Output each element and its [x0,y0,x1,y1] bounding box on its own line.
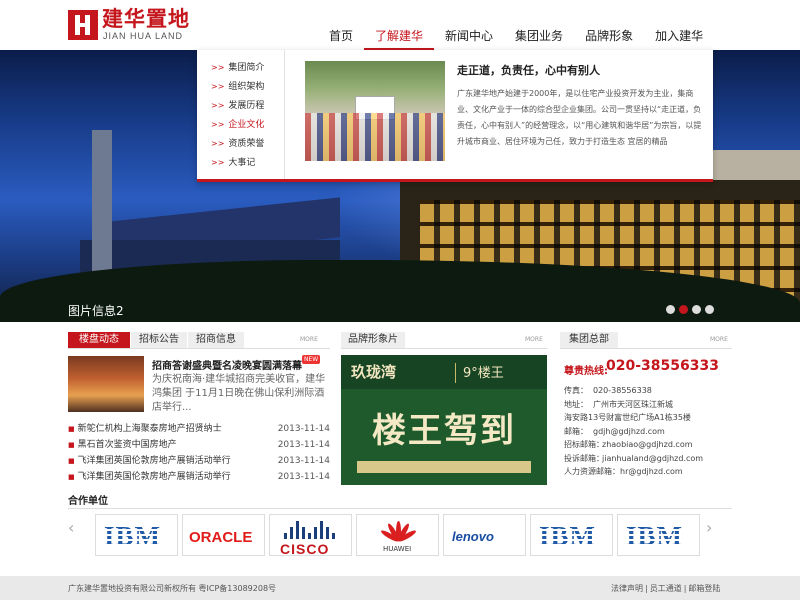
tab-property-news[interactable]: 楼盘动态 [68,332,130,348]
banner-caption: 图片信息2 [68,304,124,318]
dropdown-submenu: >> 集团简介 >> 组织架构 >> 发展历程 >> 企业文化 >> 资质荣誉 >> 大事记 [197,50,285,179]
partner-logo-oracle[interactable]: ORACLE [182,514,265,556]
partners-title: 合作单位 [68,496,108,507]
contact-panel-header: 集团总部 MORE [560,332,732,348]
new-badge: NEW [302,355,321,364]
site-logo[interactable]: 建华置地 JIAN HUA LAND [68,8,208,42]
banner-dot-1[interactable] [666,305,675,314]
banner-dot-2[interactable] [679,305,688,314]
partner-logo-ibm[interactable]: IBM [530,514,613,556]
chevron-right-icon[interactable]: › [706,518,712,537]
bullet-icon: ■ [68,473,75,481]
double-chevron-icon: >> [211,82,225,91]
list-item[interactable]: ■ 新鸵仁机构上海聚泰房地产招贤纳士 2013-11-14 [68,421,330,437]
contact-fax: 传真： 020-38556338 [564,386,652,395]
list-item[interactable]: ■ 黑石首次鉴资中国房地产 2013-11-14 [68,437,330,453]
list-item[interactable]: ■ 飞洋集团英国伦敦房地产展销活动举行 2013-11-14 [68,453,330,469]
footer-link-mail-login[interactable]: 邮箱登陆 [688,584,720,593]
partner-logo-ibm[interactable]: IBM [617,514,700,556]
culture-description: 广东建华地产始建于2000年，是以住宅产业投资开发为主业，集商业、文化产业于一体… [457,89,702,146]
tab-headquarters[interactable]: 集团总部 [560,332,618,348]
partner-logo-lenovo[interactable]: lenovo [443,514,526,556]
about-dropdown-menu: >> 集团简介 >> 组织架构 >> 发展历程 >> 企业文化 >> 资质荣誉 >> 大事记… [197,50,713,182]
double-chevron-icon: >> [211,139,225,148]
cisco-bars-icon [284,519,340,539]
partner-logo-cisco[interactable]: CISCO [269,514,352,556]
footer-link-staff[interactable]: 员工通道 [650,584,682,593]
contact-address-line2: 海安路13号财富世纪广场A1栋35楼 [564,413,691,422]
site-footer: 广东建华置地投资有限公司新权所有 粤ICP备13089208号 法律声明 | 员工通… [0,576,800,600]
copyright-text: 广东建华置地投资有限公司新权所有 粤ICP备13089208号 [68,584,277,593]
bullet-icon: ■ [68,441,75,449]
logo-mark-icon [68,10,98,40]
logo-text-en: JIAN HUA LAND [103,31,184,41]
banner-dot-4[interactable] [705,305,714,314]
brand-ad-image[interactable]: 玖珑湾 9°楼王 楼王驾到 [341,355,547,485]
ad-logo-louwang: 9°楼王 [463,366,504,381]
partner-logo-huawei[interactable]: HUAWEI [356,514,439,556]
double-chevron-icon: >> [211,63,225,72]
nav-business[interactable]: 集团业务 [504,22,574,50]
double-chevron-icon: >> [211,101,225,110]
footer-links: 法律声明 | 员工通道 | 邮箱登陆 [611,584,721,593]
contact-complaint-email: 投诉邮箱： jianhualand@gdjhzd.com [564,453,704,463]
tab-brand-video[interactable]: 品牌形象片 [341,332,405,348]
contact-more-link[interactable]: MORE [710,336,728,343]
submenu-item-honors[interactable]: >> 资质荣誉 [197,134,284,153]
footer-link-legal[interactable]: 法律声明 [611,584,643,593]
news-list: ■ 新鸵仁机构上海聚泰房地产招贤纳士 2013-11-14 ■ 黑石首次鉴资中国房地… [68,421,330,485]
nav-brand[interactable]: 品牌形象 [574,22,644,50]
tab-investment-info[interactable]: 招商信息 [188,332,244,348]
group-photo [305,61,445,161]
banner-dot-3[interactable] [692,305,701,314]
submenu-item-history[interactable]: >> 发展历程 [197,96,284,115]
contact-info: 传真： 020-38556338 地址： 广州市天河区珠江新城 海安路13号财富世纪… [564,384,734,479]
list-item[interactable]: ■ 飞洋集团英国伦敦房地产展销活动举行 2013-11-14 [68,469,330,485]
contact-address: 地址： 广州市天河区珠江新城 [564,399,673,409]
tab-tender-notice[interactable]: 招标公告 [131,332,187,348]
huawei-flower-icon [379,521,418,544]
submenu-item-structure[interactable]: >> 组织架构 [197,77,284,96]
feature-news-title[interactable]: 招商答谢盛典暨名凌晚宴圆满落幕 [152,357,302,372]
hotline-number: 020-38556333 [606,358,719,374]
submenu-item-milestones[interactable]: >> 大事记 [197,153,284,172]
banner-pager [666,305,714,314]
chevron-left-icon[interactable]: ‹ [68,518,74,537]
ad-slogan: 楼王驾到 [372,411,516,451]
site-header: 建华置地 JIAN HUA LAND 首页 了解建华 新闻中心 集团业务 品牌形… [0,0,800,55]
contact-hr-email: 人力资源邮箱： hr@gdjhzd.com [564,467,683,476]
feature-news-summary: 为庆祝南海·建华城招商完美收官，建华鸿集团 于11月1日晚在佛山保利洲际酒店举行… [152,374,326,413]
partner-logos: IBM ORACLE CISCO HUAWEI lenovo IBM IBM [95,514,701,556]
nav-join[interactable]: 加入建华 [644,22,714,50]
contact-email: 邮箱： gdjh@gdjhzd.com [564,426,665,436]
main-nav: 首页 了解建华 新闻中心 集团业务 品牌形象 加入建华 [318,22,714,55]
feature-news-photo[interactable] [68,356,144,412]
brand-more-link[interactable]: MORE [525,336,543,343]
news-more-link[interactable]: MORE [300,336,318,343]
bullet-icon: ■ [68,457,75,465]
contact-tender-email: 招标邮箱： zhaobiao@gdjhzd.com [564,440,693,449]
partner-logo-ibm[interactable]: IBM [95,514,178,556]
culture-headline: 走正道，负责任，心中有别人 [457,64,600,77]
submenu-item-intro[interactable]: >> 集团简介 [197,58,284,77]
ad-logo-jiulongwan: 玖珑湾 [351,363,397,381]
nav-home[interactable]: 首页 [318,22,364,50]
double-chevron-icon: >> [211,158,225,167]
brand-panel-header: 品牌形象片 MORE [341,332,547,348]
nav-news[interactable]: 新闻中心 [434,22,504,50]
bullet-icon: ■ [68,425,75,433]
double-chevron-icon: >> [211,120,225,129]
news-panel-header: 楼盘动态 招标公告 招商信息 MORE [68,332,330,348]
nav-about[interactable]: 了解建华 [364,22,435,55]
submenu-item-culture[interactable]: >> 企业文化 [197,115,284,134]
hotline-label: 尊贵热线: [564,366,608,377]
logo-text-cn: 建华置地 [102,7,190,31]
